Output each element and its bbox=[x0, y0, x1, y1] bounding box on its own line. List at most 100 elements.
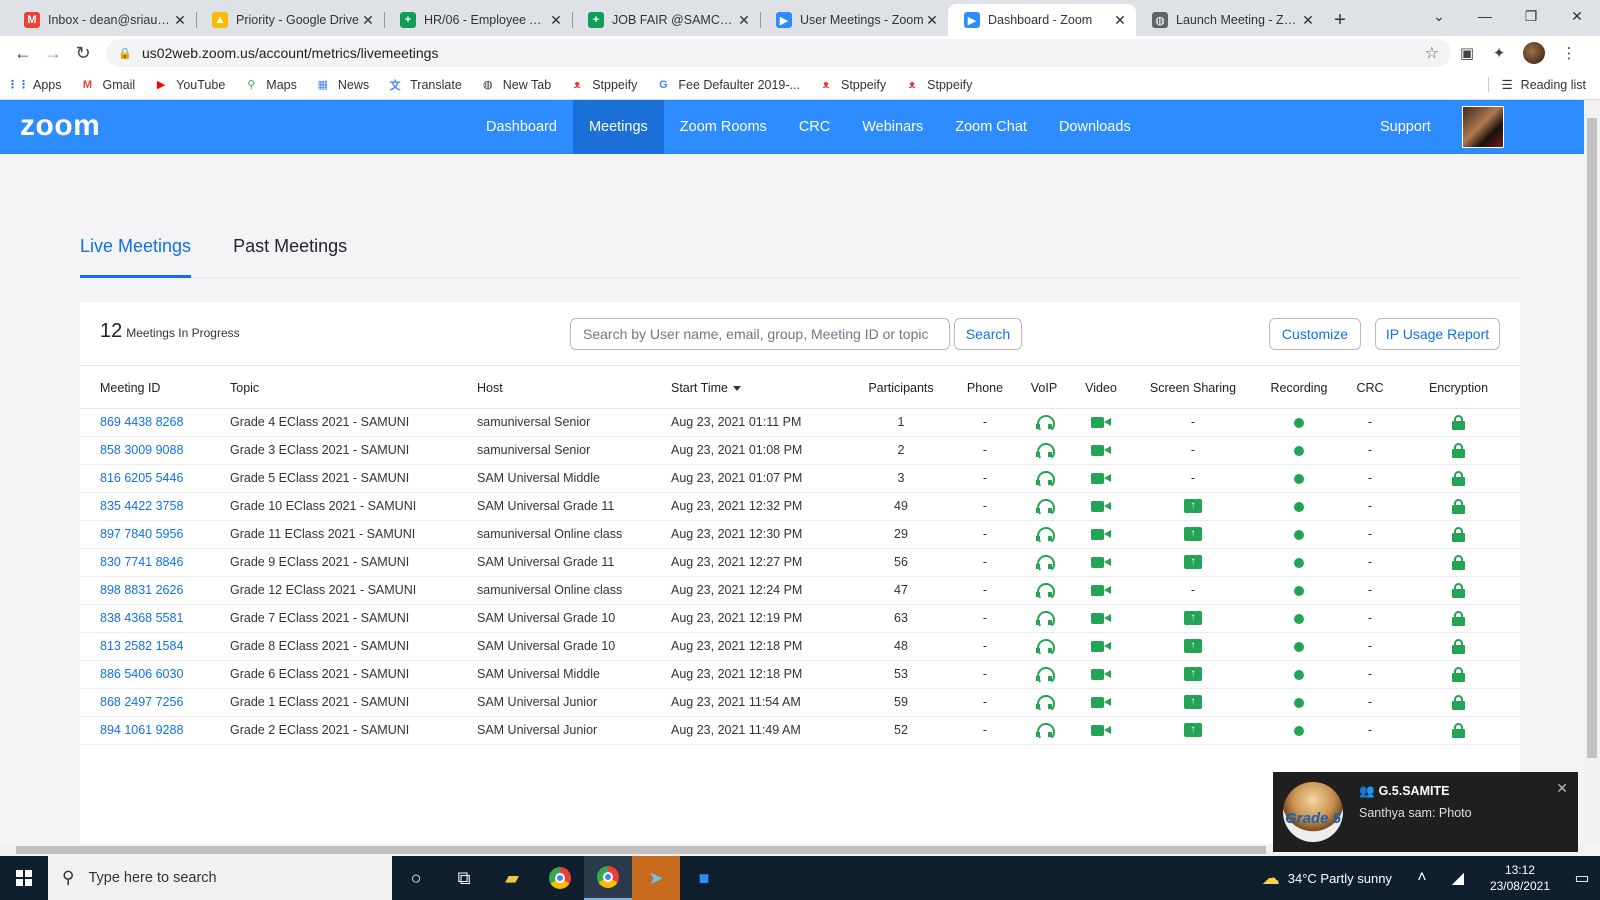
address-bar[interactable]: 🔒 us02web.zoom.us/account/metrics/liveme… bbox=[106, 39, 1451, 67]
col-host[interactable]: Host bbox=[477, 368, 671, 409]
meeting-participants[interactable]: 29 bbox=[849, 520, 953, 549]
chat-notification[interactable]: Grade 5 👥 G.5.SAMITE Santhya sam: Photo ✕ bbox=[1273, 772, 1578, 852]
restore-button[interactable]: ❐ bbox=[1508, 8, 1554, 25]
zoom-app-icon[interactable]: ■ bbox=[680, 856, 728, 900]
minimize-button[interactable]: — bbox=[1462, 8, 1508, 24]
close-tab-icon[interactable]: ✕ bbox=[1300, 12, 1316, 29]
col-topic[interactable]: Topic bbox=[230, 368, 477, 409]
bookmark-item[interactable]: ᴥ Stppeify bbox=[818, 77, 887, 93]
meeting-participants[interactable]: 59 bbox=[849, 688, 953, 717]
clock[interactable]: 13:12 23/08/2021 bbox=[1490, 862, 1550, 894]
browser-tab[interactable]: + JOB FAIR @SAMCE - Google✕ bbox=[572, 4, 760, 36]
wifi-icon[interactable]: ◢ bbox=[1440, 868, 1476, 888]
meeting-id-link[interactable]: 869 4438 8268 bbox=[80, 408, 230, 437]
browser-tab[interactable]: ◍ Launch Meeting - Zoom ✕ bbox=[1136, 4, 1324, 36]
close-icon[interactable]: ✕ bbox=[1556, 780, 1568, 797]
meeting-participants[interactable]: 2 bbox=[849, 436, 953, 465]
vertical-scrollbar[interactable] bbox=[1584, 100, 1600, 844]
nav-webinars[interactable]: Webinars bbox=[846, 100, 939, 154]
meeting-id-link[interactable]: 897 7840 5956 bbox=[80, 520, 230, 549]
meeting-id-link[interactable]: 858 3009 9088 bbox=[80, 436, 230, 465]
telegram-icon[interactable]: ➤ bbox=[632, 856, 680, 900]
col-encryption[interactable]: Encryption bbox=[1397, 368, 1520, 409]
bookmark-item[interactable]: ⋮⋮ Apps bbox=[7, 77, 62, 93]
col-video[interactable]: Video bbox=[1071, 368, 1131, 409]
user-avatar[interactable] bbox=[1462, 106, 1504, 148]
browser-tab[interactable]: + HR/06 - Employee Attendance✕ bbox=[384, 4, 572, 36]
meeting-id-link[interactable]: 838 4368 5581 bbox=[80, 604, 230, 633]
nav-zoom-rooms[interactable]: Zoom Rooms bbox=[664, 100, 783, 154]
close-tab-icon[interactable]: ✕ bbox=[736, 12, 752, 29]
extensions-puzzle-icon[interactable]: ✦ bbox=[1483, 38, 1515, 68]
bookmark-item[interactable]: M Gmail bbox=[80, 77, 135, 93]
reload-button[interactable]: ↻ bbox=[68, 38, 98, 68]
browser-menu-icon[interactable]: ⋮ bbox=[1553, 38, 1585, 68]
nav-meetings[interactable]: Meetings bbox=[572, 100, 664, 154]
bookmark-item[interactable]: ◍ New Tab bbox=[480, 77, 551, 93]
tab-live-meetings[interactable]: Live Meetings bbox=[80, 226, 192, 278]
customize-button[interactable]: Customize bbox=[1269, 318, 1361, 350]
bookmark-star-icon[interactable]: ☆ bbox=[1425, 43, 1439, 63]
close-window-button[interactable]: ✕ bbox=[1554, 8, 1600, 25]
nav-crc[interactable]: CRC bbox=[783, 100, 846, 154]
col-participants[interactable]: Participants bbox=[849, 368, 953, 409]
bookmark-item[interactable]: ᴥ Stppeify bbox=[569, 77, 638, 93]
meeting-participants[interactable]: 63 bbox=[849, 604, 953, 633]
meeting-id-link[interactable]: 813 2582 1584 bbox=[80, 632, 230, 661]
bookmark-item[interactable]: 文 Translate bbox=[387, 77, 462, 93]
vertical-scroll-thumb[interactable] bbox=[1587, 118, 1597, 758]
cortana-icon[interactable]: ○ bbox=[392, 856, 440, 900]
col-meeting-id[interactable]: Meeting ID bbox=[80, 368, 230, 409]
back-button[interactable]: ← bbox=[8, 38, 38, 68]
meeting-participants[interactable]: 52 bbox=[849, 716, 953, 745]
col-screen-sharing[interactable]: Screen Sharing bbox=[1131, 368, 1255, 409]
close-tab-icon[interactable]: ✕ bbox=[1112, 12, 1128, 29]
chrome-active-icon[interactable] bbox=[584, 856, 632, 900]
chrome-icon[interactable] bbox=[536, 856, 584, 900]
horizontal-scroll-thumb[interactable] bbox=[16, 846, 1266, 854]
browser-tab[interactable]: ▶ User Meetings - Zoom ✕ bbox=[760, 4, 948, 36]
meeting-id-link[interactable]: 830 7741 8846 bbox=[80, 548, 230, 577]
meeting-id-link[interactable]: 894 1061 9288 bbox=[80, 716, 230, 745]
meeting-id-link[interactable]: 898 8831 2626 bbox=[80, 576, 230, 605]
close-tab-icon[interactable]: ✕ bbox=[360, 12, 376, 29]
zoom-logo[interactable]: zoom bbox=[20, 109, 100, 143]
meeting-participants[interactable]: 3 bbox=[849, 464, 953, 493]
lock-icon[interactable]: 🔒 bbox=[118, 47, 132, 60]
meeting-participants[interactable]: 53 bbox=[849, 660, 953, 689]
browser-tab[interactable]: M Inbox - dean@sriaurobindo✕ bbox=[8, 4, 196, 36]
meeting-participants[interactable]: 56 bbox=[849, 548, 953, 577]
extension-icon[interactable]: ▣ bbox=[1451, 38, 1483, 68]
nav-zoom-chat[interactable]: Zoom Chat bbox=[939, 100, 1043, 154]
col-crc[interactable]: CRC bbox=[1343, 368, 1397, 409]
start-button[interactable] bbox=[0, 856, 48, 900]
search-button[interactable]: Search bbox=[954, 318, 1022, 350]
bookmark-item[interactable]: ▦ News bbox=[315, 77, 369, 93]
support-link[interactable]: Support bbox=[1380, 100, 1431, 154]
meeting-participants[interactable]: 47 bbox=[849, 576, 953, 605]
chevron-up-icon[interactable]: ˄ bbox=[1404, 869, 1440, 887]
tab-past-meetings[interactable]: Past Meetings bbox=[233, 226, 347, 278]
close-tab-icon[interactable]: ✕ bbox=[924, 12, 940, 29]
reading-list-button[interactable]: ☰ Reading list bbox=[1488, 77, 1586, 92]
task-view-icon[interactable]: ⧉ bbox=[440, 856, 488, 900]
col-phone[interactable]: Phone bbox=[953, 368, 1017, 409]
meeting-id-link[interactable]: 886 5406 6030 bbox=[80, 660, 230, 689]
col-start-time[interactable]: Start Time bbox=[671, 368, 849, 409]
bookmark-item[interactable]: G Fee Defaulter 2019-... bbox=[655, 77, 800, 93]
forward-button[interactable]: → bbox=[38, 38, 68, 68]
meeting-search-input[interactable] bbox=[570, 318, 950, 350]
ip-usage-report-button[interactable]: IP Usage Report bbox=[1375, 318, 1500, 350]
meeting-participants[interactable]: 48 bbox=[849, 632, 953, 661]
new-tab-button[interactable]: + bbox=[1324, 4, 1356, 36]
action-center-icon[interactable]: ▭ bbox=[1564, 868, 1600, 888]
meeting-id-link[interactable]: 868 2497 7256 bbox=[80, 688, 230, 717]
browser-tab[interactable]: ▶ Dashboard - Zoom ✕ bbox=[948, 4, 1136, 36]
profile-avatar[interactable] bbox=[1523, 42, 1545, 64]
browser-tab[interactable]: ▲ Priority - Google Drive ✕ bbox=[196, 4, 384, 36]
file-explorer-icon[interactable]: ▰ bbox=[488, 856, 536, 900]
col-voip[interactable]: VoIP bbox=[1017, 368, 1071, 409]
nav-dashboard[interactable]: Dashboard bbox=[470, 100, 573, 154]
meeting-participants[interactable]: 49 bbox=[849, 492, 953, 521]
nav-downloads[interactable]: Downloads bbox=[1043, 100, 1147, 154]
